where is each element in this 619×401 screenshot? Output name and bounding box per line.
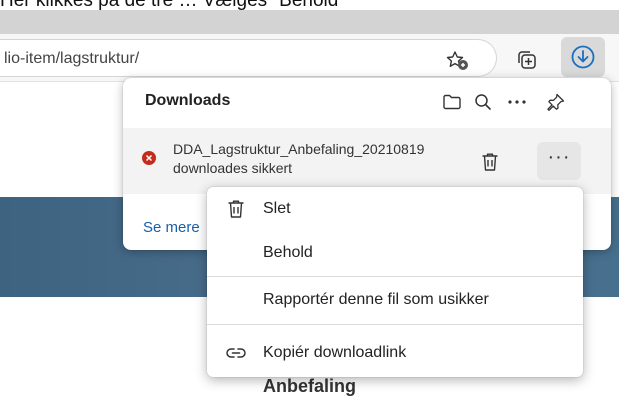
pin-icon[interactable] bbox=[543, 90, 569, 114]
menu-item-report-unsafe[interactable]: Rapportér denne fil som usikker bbox=[207, 282, 583, 318]
folder-icon[interactable] bbox=[439, 90, 465, 114]
menu-item-label: Rapportér denne fil som usikker bbox=[263, 291, 489, 308]
see-more-link[interactable]: Se mere bbox=[143, 219, 200, 236]
trash-icon bbox=[482, 153, 498, 171]
menu-separator bbox=[207, 276, 583, 277]
downloads-panel-title: Downloads bbox=[145, 92, 231, 109]
delete-download-button[interactable] bbox=[475, 148, 505, 176]
download-icon bbox=[571, 45, 595, 69]
address-bar-url[interactable]: lio-item/lagstruktur/ bbox=[4, 50, 139, 68]
menu-item-delete[interactable]: Slet bbox=[207, 191, 583, 227]
trash-icon bbox=[225, 198, 247, 220]
download-more-button[interactable]: ··· bbox=[537, 142, 581, 180]
download-status: downloades sikkert bbox=[173, 160, 293, 176]
menu-item-copy-link[interactable]: Kopiér downloadlink bbox=[207, 335, 583, 371]
downloads-button[interactable] bbox=[561, 37, 605, 77]
download-item[interactable]: DDA_Lagstruktur_Anbefaling_20210819 down… bbox=[123, 128, 611, 194]
download-context-menu: Slet Behold Rapportér denne fil som usik… bbox=[207, 187, 583, 377]
menu-item-label: Behold bbox=[263, 244, 313, 261]
tab-strip bbox=[0, 10, 619, 34]
link-icon bbox=[225, 342, 247, 364]
menu-item-label: Slet bbox=[263, 200, 291, 217]
instruction-caption: Her klikkes på de tre … Vælges "Behold" bbox=[0, 0, 619, 10]
menu-item-keep[interactable]: Behold bbox=[207, 235, 583, 271]
download-filename[interactable]: DDA_Lagstruktur_Anbefaling_20210819 bbox=[173, 141, 462, 157]
search-icon[interactable] bbox=[470, 90, 496, 114]
page-heading: Anbefaling bbox=[263, 376, 356, 396]
menu-separator bbox=[207, 324, 583, 325]
address-bar[interactable]: lio-item/lagstruktur/ bbox=[0, 39, 497, 77]
collections-icon[interactable] bbox=[512, 45, 542, 75]
favorite-star-icon[interactable] bbox=[444, 49, 472, 73]
menu-item-label: Kopiér downloadlink bbox=[263, 344, 407, 361]
error-icon bbox=[142, 151, 156, 165]
more-icon[interactable] bbox=[504, 90, 530, 114]
